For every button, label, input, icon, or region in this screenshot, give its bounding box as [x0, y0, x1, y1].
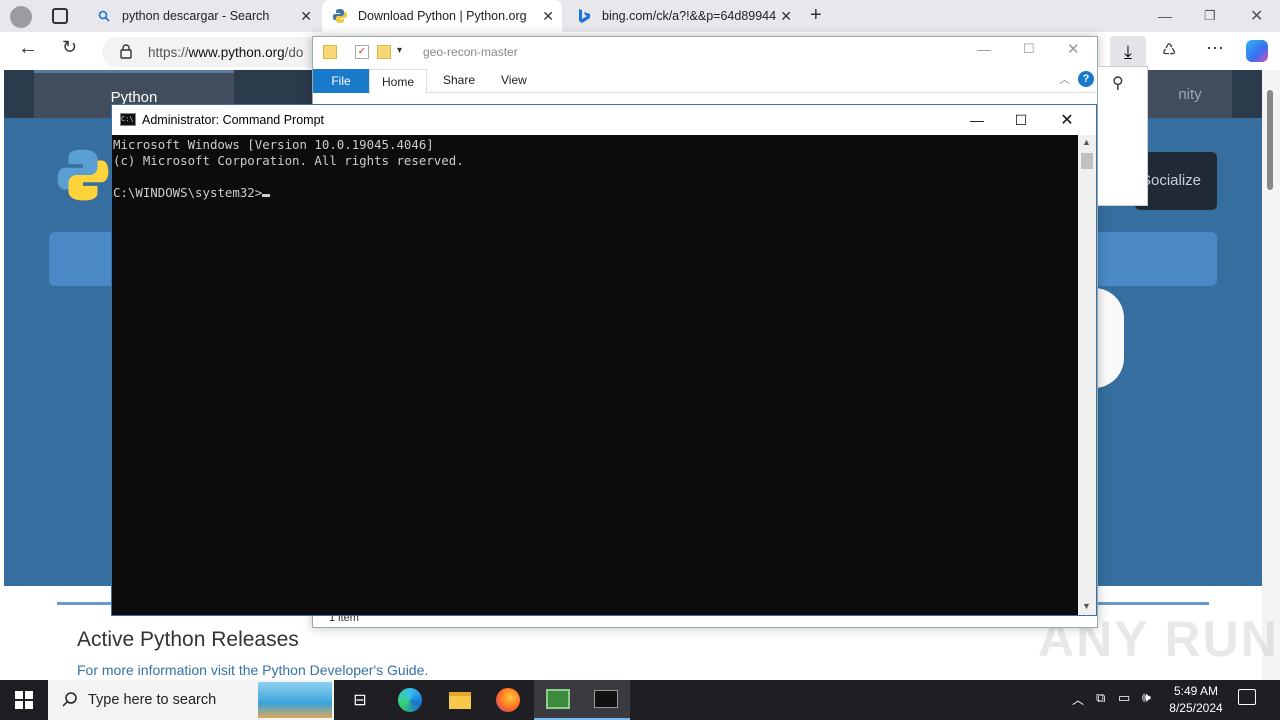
scroll-down-icon[interactable]: ▼: [1082, 601, 1091, 611]
ribbon-tabs: [313, 69, 1097, 93]
ribbon-tab-file[interactable]: File: [313, 69, 369, 93]
more-icon[interactable]: ⋯: [1206, 38, 1224, 59]
windows-icon: [15, 691, 33, 709]
network-icon[interactable]: ▭: [1118, 690, 1130, 706]
search-icon: [62, 691, 78, 711]
cmd-icon: [594, 690, 618, 708]
releases-heading: Active Python Releases: [77, 628, 299, 651]
scroll-up-icon[interactable]: ▲: [1082, 137, 1091, 147]
chevron-up-icon[interactable]: ︿: [1072, 691, 1084, 708]
download-icon[interactable]: ⤓: [1110, 36, 1146, 68]
notification-icon[interactable]: [1238, 689, 1256, 705]
maximize-button[interactable]: ☐: [998, 105, 1044, 135]
python-logo-icon: [332, 8, 348, 24]
quick-access-panel: ⚲: [1098, 66, 1148, 206]
help-icon[interactable]: ?: [1078, 71, 1094, 87]
hero-illustration: [1094, 288, 1124, 388]
back-icon[interactable]: ←: [18, 37, 38, 60]
cmd-title: Administrator: Command Prompt: [142, 113, 325, 127]
cmd-titlebar: C:\ Administrator: Command Prompt — ☐ ✕: [112, 105, 1096, 135]
tab-label: bing.com/ck/a?!&&p=64d89944: [602, 9, 777, 23]
search-highlight-image: [258, 682, 332, 718]
tab-python-download[interactable]: Download Python | Python.org ✕: [322, 0, 562, 32]
explorer-title: geo-recon-master: [423, 45, 518, 59]
url-prefix: https://: [148, 44, 189, 60]
close-window-button[interactable]: ✕: [1044, 105, 1090, 135]
maximize-button[interactable]: ☐: [1023, 41, 1035, 57]
app-icon: [546, 689, 570, 709]
properties-icon[interactable]: ✓: [355, 45, 369, 59]
close-window-button[interactable]: ✕: [1250, 6, 1263, 26]
profile-avatar[interactable]: [10, 6, 32, 28]
cmd-scrollbar[interactable]: ▲ ▼: [1078, 135, 1096, 615]
command-prompt-window: C:\ Administrator: Command Prompt — ☐ ✕ …: [111, 104, 1097, 616]
pin-icon[interactable]: ⚲: [1112, 73, 1124, 93]
search-bar-right: [1095, 232, 1217, 286]
text-cursor: [262, 194, 271, 197]
copilot-icon[interactable]: [1246, 40, 1268, 62]
folder-icon: [323, 45, 337, 59]
close-icon[interactable]: ✕: [780, 8, 792, 25]
cmd-icon: C:\: [120, 113, 136, 126]
extensions-icon[interactable]: ♺: [1162, 40, 1176, 60]
ribbon-tab-home[interactable]: Home: [369, 69, 427, 94]
console-line: Microsoft Windows [Version 10.0.19045.40…: [113, 137, 434, 152]
app-taskbar-button[interactable]: [534, 680, 582, 720]
scrollbar-thumb[interactable]: [1267, 90, 1273, 190]
scrollbar-thumb[interactable]: [1081, 153, 1093, 169]
clock-date: 8/25/2024: [1169, 701, 1223, 715]
folder-icon: [449, 691, 471, 709]
firefox-taskbar-button[interactable]: [484, 680, 532, 720]
new-folder-icon[interactable]: [377, 45, 391, 59]
explorer-taskbar-button[interactable]: [436, 680, 484, 720]
ribbon-tab-share[interactable]: Share: [443, 73, 475, 87]
device-icon[interactable]: ⧉: [1096, 690, 1105, 706]
refresh-icon[interactable]: ↻: [62, 37, 77, 58]
bing-icon: [576, 8, 592, 24]
clock-time: 5:49 AM: [1173, 684, 1219, 698]
edge-icon: [398, 688, 422, 712]
tab-label: python descargar - Search: [122, 9, 270, 23]
tab-actions-icon[interactable]: [52, 8, 68, 24]
minimize-button[interactable]: —: [977, 41, 991, 57]
url-path: /do: [284, 44, 304, 60]
page-scrollbar[interactable]: [1262, 70, 1280, 680]
tab-bing-search[interactable]: python descargar - Search ✕: [86, 0, 320, 32]
close-icon[interactable]: ✕: [300, 8, 312, 25]
restore-button[interactable]: ❐: [1204, 8, 1216, 24]
volume-icon[interactable]: 🕪: [1142, 689, 1151, 706]
nav-community[interactable]: nity: [1148, 70, 1232, 118]
task-view-icon: ⊟: [353, 692, 367, 709]
address-bar[interactable]: https://www.python.org/do: [102, 37, 332, 67]
tab-label: Download Python | Python.org: [358, 9, 527, 23]
taskbar-search[interactable]: Type here to search: [48, 680, 334, 720]
ribbon-tab-view[interactable]: View: [501, 73, 527, 87]
search-placeholder: Type here to search: [88, 692, 217, 708]
minimize-button[interactable]: —: [954, 105, 1000, 135]
cmd-console[interactable]: Microsoft Windows [Version 10.0.19045.40…: [112, 135, 1078, 615]
start-button[interactable]: [0, 680, 48, 720]
python-logo: [54, 144, 112, 209]
taskbar-clock[interactable]: 5:49 AM 8/25/2024: [1162, 683, 1230, 717]
lock-icon: [120, 44, 132, 62]
search-icon: [96, 8, 112, 24]
cmd-taskbar-button[interactable]: [582, 680, 630, 720]
close-icon[interactable]: ✕: [542, 8, 554, 25]
minimize-button[interactable]: —: [1158, 8, 1172, 24]
search-bar-left: [49, 232, 119, 286]
chevron-down-icon[interactable]: ▾: [397, 45, 402, 56]
chevron-up-icon[interactable]: ︿: [1059, 71, 1070, 87]
edge-taskbar-button[interactable]: [386, 680, 434, 720]
tab-bing-link[interactable]: bing.com/ck/a?!&&p=64d89944 ✕: [566, 0, 800, 32]
task-view-button[interactable]: ⊟: [336, 680, 384, 720]
dev-guide-link[interactable]: For more information visit the Python De…: [77, 662, 428, 678]
url-host: www.python.org: [188, 44, 285, 60]
close-window-button[interactable]: ✕: [1067, 40, 1080, 58]
new-tab-button[interactable]: +: [810, 4, 822, 27]
console-line: (c) Microsoft Corporation. All rights re…: [113, 153, 464, 168]
console-prompt: C:\WINDOWS\system32>: [113, 185, 263, 200]
firefox-icon: [496, 688, 520, 712]
tab-bar: python descargar - Search ✕ Download Pyt…: [0, 0, 1280, 32]
